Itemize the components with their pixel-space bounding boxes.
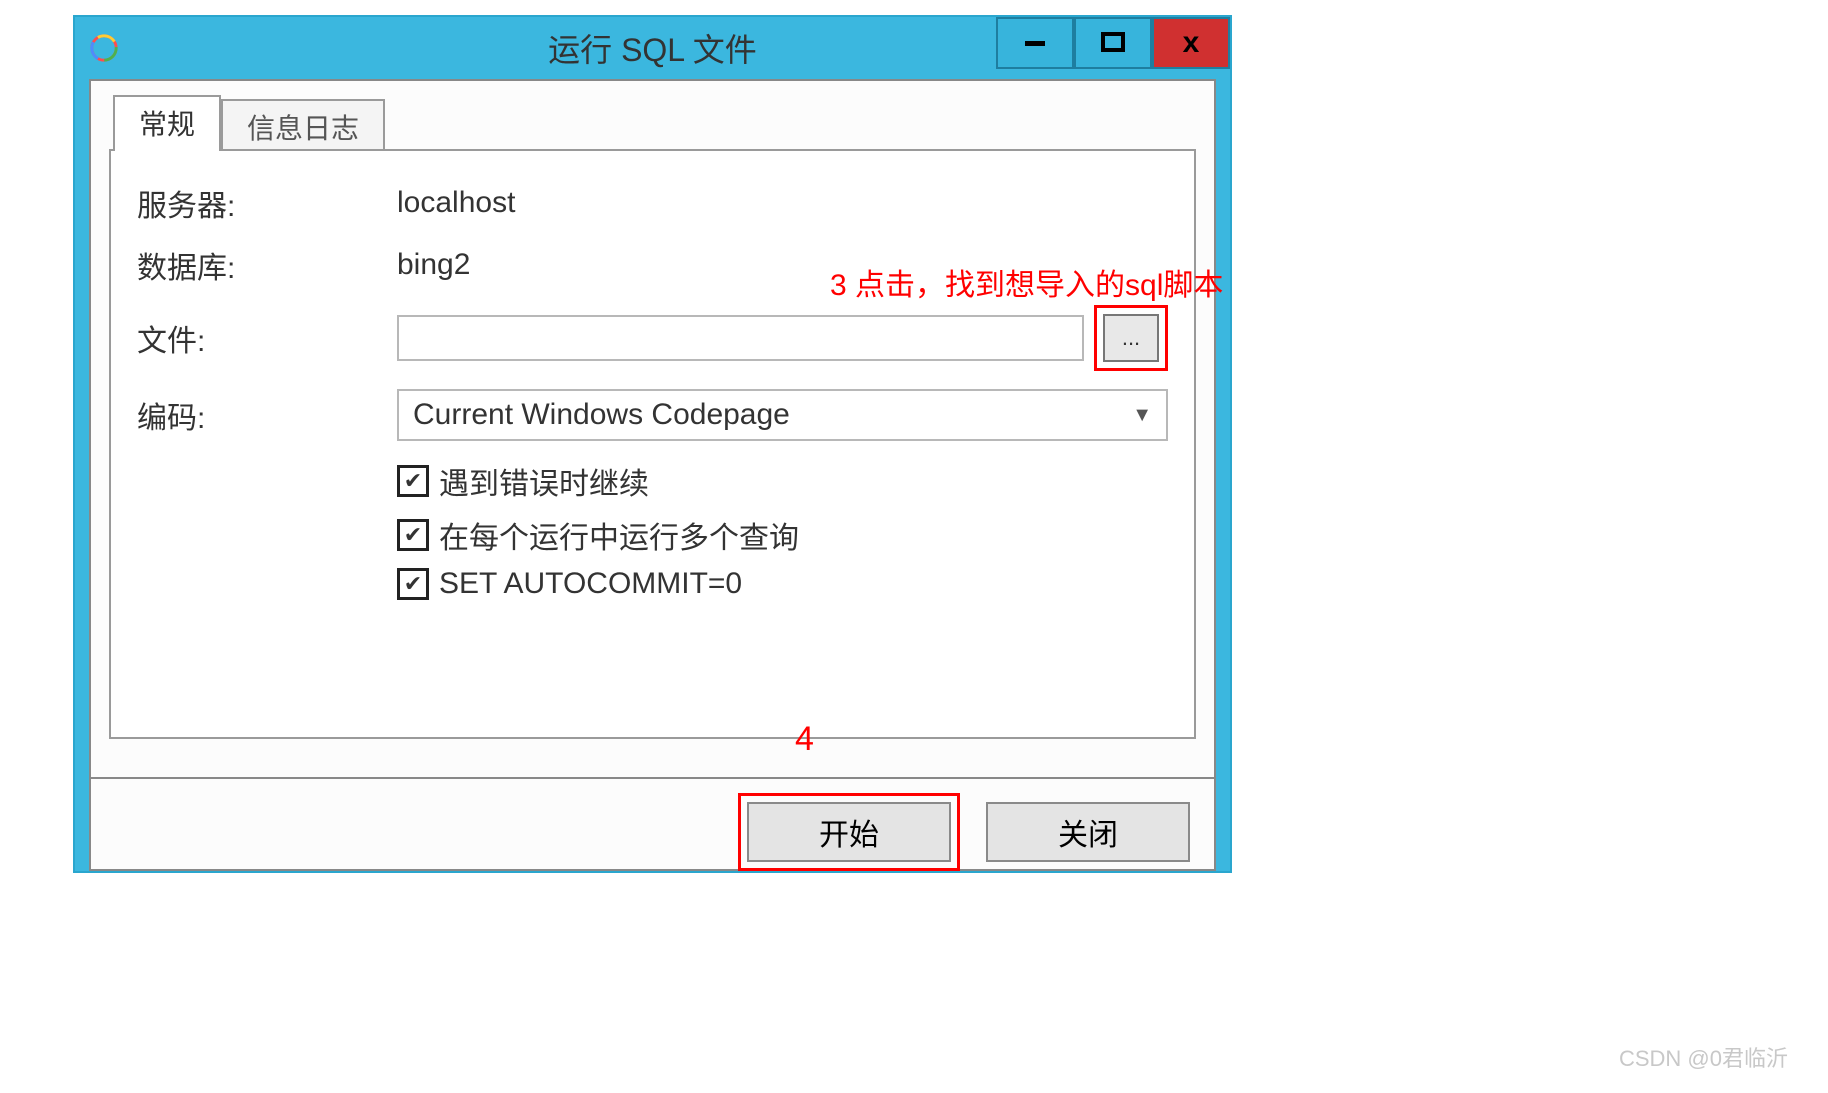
close-window-button[interactable]: x (1152, 17, 1230, 69)
check-label: 遇到错误时继续 (439, 459, 649, 503)
tab-panel-general: 服务器: localhost 数据库: bing2 文件: ... 编码: Cu… (109, 149, 1196, 739)
value-server: localhost (397, 186, 515, 220)
check-autocommit[interactable]: ✔ SET AUTOCOMMIT=0 (397, 567, 1168, 601)
dialog-window: 运行 SQL 文件 x 常规 信息日志 服务器: localhost 数据库: (73, 15, 1232, 873)
check-continue-on-error[interactable]: ✔ 遇到错误时继续 (397, 459, 1168, 503)
browse-button[interactable]: ... (1103, 314, 1159, 362)
tab-log[interactable]: 信息日志 (221, 99, 385, 155)
checkbox-icon: ✔ (397, 519, 429, 551)
minimize-icon (1022, 30, 1048, 56)
annotation-step4: 4 (795, 720, 814, 759)
row-server: 服务器: localhost (137, 181, 1168, 225)
label-server: 服务器: (137, 181, 397, 225)
titlebar[interactable]: 运行 SQL 文件 x (75, 17, 1230, 79)
client-area: 常规 信息日志 服务器: localhost 数据库: bing2 文件: ..… (89, 79, 1216, 779)
encoding-select[interactable]: Current Windows Codepage ▼ (397, 389, 1168, 441)
close-icon: x (1183, 26, 1200, 60)
encoding-value: Current Windows Codepage (413, 398, 790, 432)
chevron-down-icon: ▼ (1132, 404, 1152, 427)
watermark: CSDN @0君临沂 (1619, 1041, 1788, 1073)
annotation-frame-start: 开始 (738, 793, 960, 871)
check-label: SET AUTOCOMMIT=0 (439, 567, 742, 601)
checkbox-icon: ✔ (397, 465, 429, 497)
maximize-icon (1100, 30, 1126, 56)
button-bar-area: 开始 关闭 (89, 779, 1216, 871)
check-multi-query[interactable]: ✔ 在每个运行中运行多个查询 (397, 513, 1168, 557)
window-buttons: x (996, 17, 1230, 65)
start-button[interactable]: 开始 (747, 802, 951, 862)
tab-general[interactable]: 常规 (113, 95, 221, 151)
label-file: 文件: (137, 316, 397, 360)
minimize-button[interactable] (996, 17, 1074, 69)
tab-strip: 常规 信息日志 (113, 95, 1196, 151)
label-encoding: 编码: (137, 393, 397, 437)
checkbox-icon: ✔ (397, 568, 429, 600)
check-label: 在每个运行中运行多个查询 (439, 513, 799, 557)
annotation-step3: 3 点击，找到想导入的sql脚本 (830, 260, 1223, 304)
value-database: bing2 (397, 248, 470, 282)
maximize-button[interactable] (1074, 17, 1152, 69)
close-button[interactable]: 关闭 (986, 802, 1190, 862)
row-encoding: 编码: Current Windows Codepage ▼ (137, 389, 1168, 441)
label-database: 数据库: (137, 243, 397, 287)
file-path-input[interactable] (397, 315, 1084, 361)
annotation-frame-browse: ... (1094, 305, 1168, 371)
app-icon (89, 33, 119, 63)
row-file: 文件: ... (137, 305, 1168, 371)
